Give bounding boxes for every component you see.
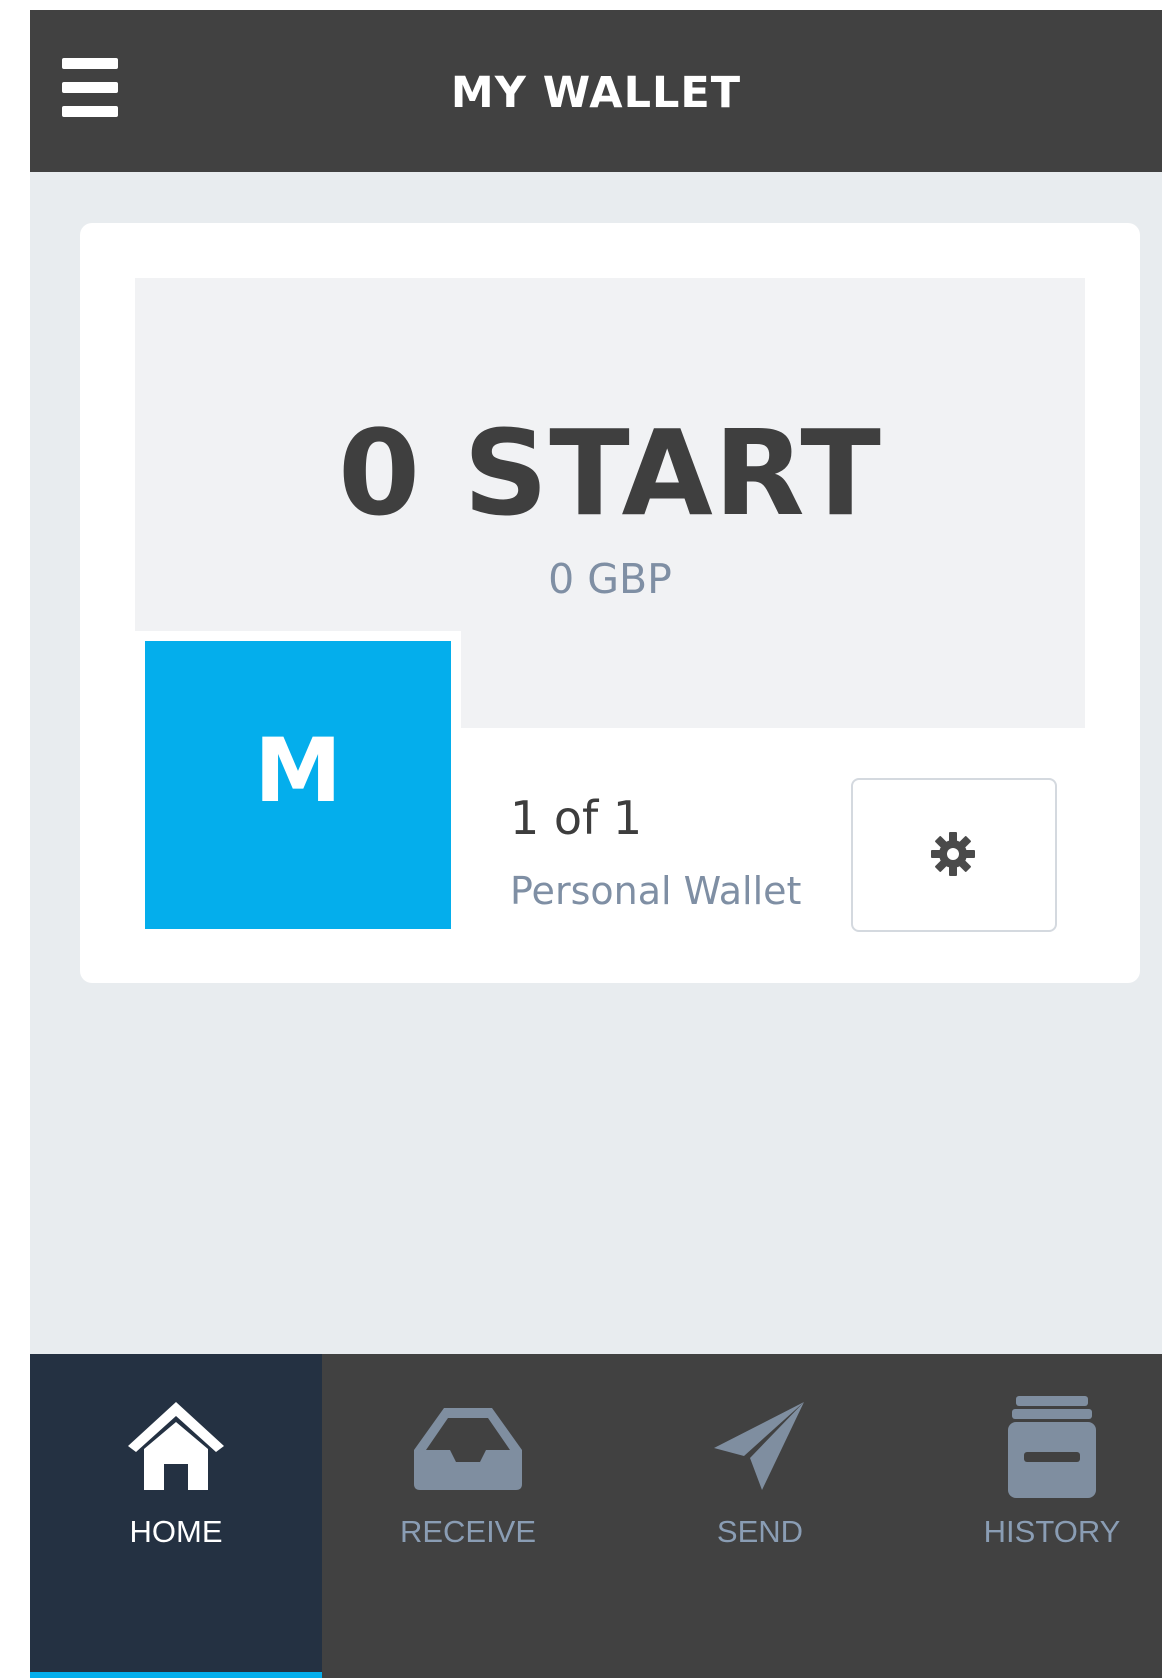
- paper-plane-icon: [714, 1402, 804, 1490]
- archive-icon: [1008, 1396, 1096, 1498]
- fiat-balance: 0 GBP: [548, 555, 672, 603]
- nav-home-label: HOME: [129, 1514, 223, 1549]
- wallet-avatar: M: [145, 641, 451, 929]
- balance-amount: 0 START: [338, 404, 882, 542]
- nav-receive[interactable]: RECEIVE: [322, 1354, 614, 1678]
- avatar-letter: M: [254, 719, 342, 822]
- inbox-icon: [414, 1408, 522, 1490]
- wallet-settings-button[interactable]: [851, 778, 1057, 932]
- nav-receive-label: RECEIVE: [399, 1514, 537, 1549]
- home-icon: [128, 1402, 224, 1490]
- bottom-navigation: HOME RECEIVE SEND HISTORY: [30, 1354, 1162, 1678]
- wallet-position: 1 of 1: [510, 791, 643, 845]
- nav-history[interactable]: HISTORY: [906, 1354, 1162, 1678]
- app-header: MY WALLET: [30, 10, 1162, 172]
- nav-send[interactable]: SEND: [614, 1354, 906, 1678]
- wallet-type: Personal Wallet: [510, 869, 802, 913]
- wallet-app: MY WALLET 0 START 0 GBP M 1 of 1 Persona…: [30, 10, 1162, 1678]
- page-title: MY WALLET: [450, 68, 742, 118]
- nav-home[interactable]: HOME: [30, 1354, 322, 1678]
- nav-send-label: SEND: [716, 1514, 804, 1549]
- nav-history-label: HISTORY: [983, 1514, 1121, 1549]
- gear-icon: [931, 832, 975, 876]
- wallet-card[interactable]: 0 START 0 GBP M 1 of 1 Personal Wallet: [80, 223, 1140, 983]
